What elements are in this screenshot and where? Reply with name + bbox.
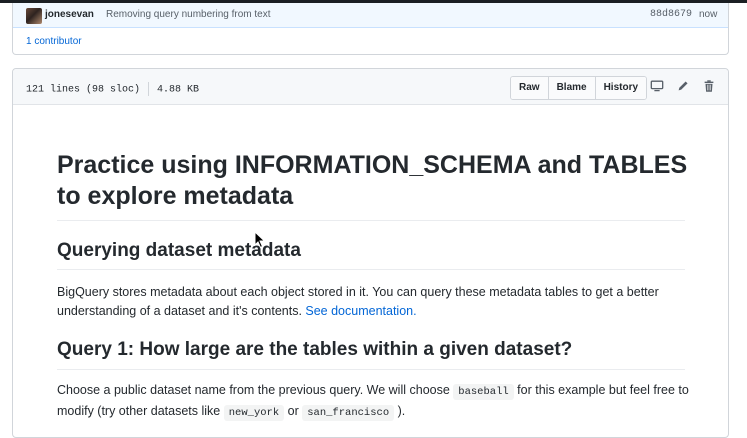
blame-button[interactable]: Blame <box>548 77 596 99</box>
trash-icon[interactable] <box>702 79 716 93</box>
raw-button[interactable]: Raw <box>511 77 549 99</box>
section2-text-c: or <box>284 404 303 418</box>
file-info-divider <box>148 82 150 96</box>
section2-text-a: Choose a public dataset name from the pr… <box>57 383 454 397</box>
file-header: 121 lines (98 sloc) 4.88 KB Raw Blame His… <box>13 69 728 105</box>
pencil-icon[interactable] <box>676 79 690 93</box>
code-baseball: baseball <box>453 384 514 400</box>
commit-row: jonesevan Removing query numbering from … <box>13 3 728 28</box>
section2-paragraph: Choose a public dataset name from the pr… <box>57 381 697 423</box>
commit-message[interactable]: Removing query numbering from text <box>106 9 271 20</box>
code-new-york: new_york <box>223 405 285 421</box>
section2-text-d: ). <box>394 404 406 418</box>
commit-sha[interactable]: 88d8679 <box>650 9 692 20</box>
file-lines: 121 lines (98 sloc) <box>26 84 141 96</box>
author-avatar[interactable] <box>26 8 42 24</box>
file-box: 121 lines (98 sloc) 4.88 KB Raw Blame His… <box>12 68 729 438</box>
section2-divider <box>57 369 685 370</box>
title-divider <box>57 220 685 221</box>
latest-commit-box: jonesevan Removing query numbering from … <box>12 3 729 55</box>
file-actions-group: Raw Blame History <box>510 76 648 100</box>
code-san-francisco: san_francisco <box>302 405 395 421</box>
page-title: Practice using INFORMATION_SCHEMA and TA… <box>57 151 688 210</box>
section1-paragraph: BigQuery stores metadata about each obje… <box>57 283 697 321</box>
history-button[interactable]: History <box>595 77 647 99</box>
section2-heading: Query 1: How large are the tables within… <box>57 339 573 360</box>
documentation-link[interactable]: See documentation. <box>305 304 416 318</box>
commit-author[interactable]: jonesevan <box>45 9 94 20</box>
file-info: 121 lines (98 sloc) 4.88 KB <box>26 82 199 96</box>
mouse-cursor-icon <box>254 231 266 249</box>
desktop-icon[interactable] <box>650 79 664 93</box>
file-size: 4.88 KB <box>157 84 200 96</box>
contributors-link[interactable]: 1 contributor <box>26 36 82 47</box>
commit-time: now <box>699 9 718 20</box>
section1-divider <box>57 269 685 270</box>
